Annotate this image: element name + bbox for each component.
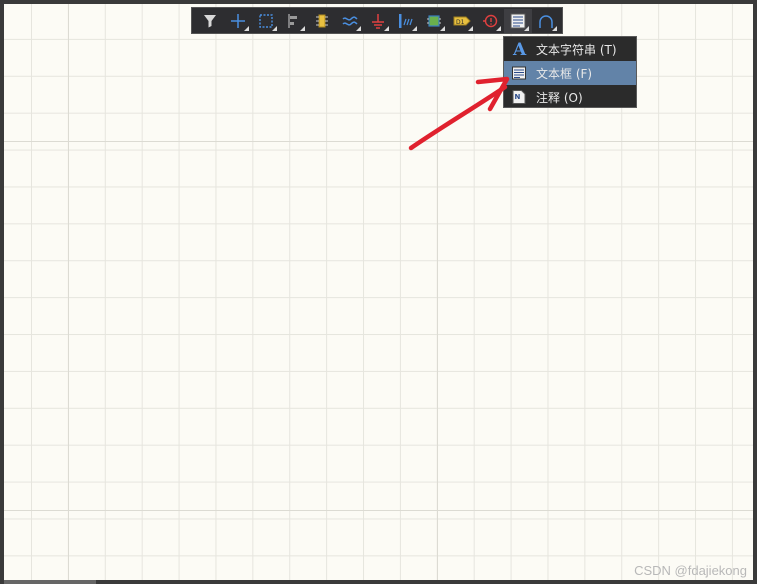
text-string-icon: A [504,40,534,58]
menu-item-note[interactable]: N 注释 (O) [504,85,636,109]
note-icon: N [504,89,534,105]
arc-tool-button[interactable] [532,9,560,33]
menu-item-text-frame[interactable]: 文本框 (F) [504,61,636,85]
sheet-tool-button[interactable] [420,9,448,33]
dropdown-indicator [356,25,361,31]
component-tool-button[interactable] [308,9,336,33]
menu-item-text-string[interactable]: A 文本字符串 (T) [504,37,636,61]
menu-item-label: 文本框 (F) [536,66,593,81]
svg-text:A: A [512,40,527,58]
dropdown-indicator [412,25,417,31]
dropdown-indicator [440,25,445,31]
filter-icon [204,14,216,27]
dropdown-indicator [384,25,389,31]
horizontal-scrollbar[interactable] [4,580,96,584]
ground-tool-button[interactable] [364,9,392,33]
svg-text:D1: D1 [456,19,465,26]
filter-tool-button[interactable] [196,9,224,33]
schematic-canvas[interactable] [4,4,753,580]
port-tool-button[interactable]: D1 [448,9,476,33]
directive-tool-button[interactable] [476,9,504,33]
dropdown-indicator [552,25,557,31]
dropdown-indicator [496,25,501,31]
text-frame-icon [504,65,534,81]
align-tool-button[interactable] [280,9,308,33]
dropdown-indicator [468,25,473,31]
active-bar-toolbar: D1 [191,7,563,34]
component-icon [316,14,328,27]
svg-text:N: N [515,93,521,101]
wire-tool-button[interactable] [336,9,364,33]
crosshair-tool-button[interactable] [224,9,252,33]
dropdown-indicator [524,25,529,31]
select-tool-button[interactable] [252,9,280,33]
dropdown-indicator [300,25,305,31]
text-tool-button[interactable] [504,8,532,33]
menu-item-label: 文本字符串 (T) [536,42,617,57]
bus-tool-button[interactable] [392,9,420,33]
menu-item-label: 注释 (O) [536,90,583,105]
dropdown-indicator [244,25,249,31]
watermark-text: CSDN @fdajiekong [634,563,747,578]
dropdown-indicator [272,25,277,31]
major-grid [4,4,753,580]
text-dropdown-menu: A 文本字符串 (T) 文本框 (F) N 注释 (O) [503,36,637,108]
